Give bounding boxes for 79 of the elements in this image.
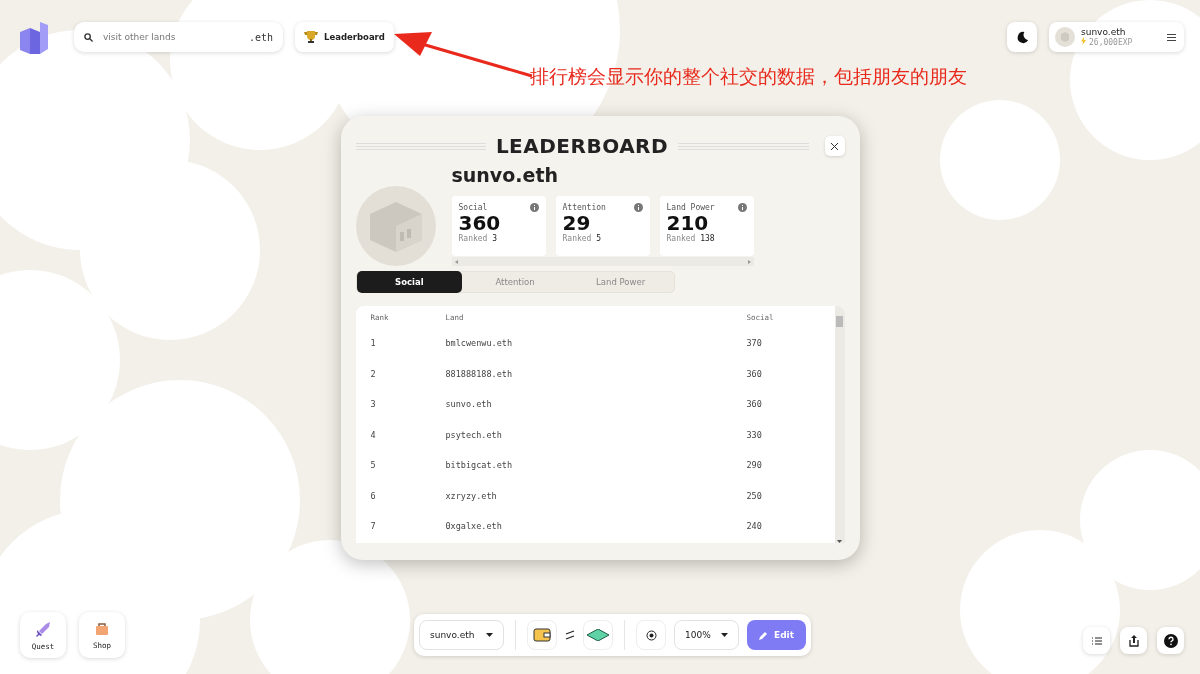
table-cell-text: sunvo.eth xyxy=(445,399,493,410)
table-cell-text: 2 xyxy=(370,368,377,379)
table-cell-text: 290 xyxy=(746,460,763,471)
sword-icon xyxy=(34,619,52,638)
dialog-title: LEADERBOARD xyxy=(495,134,669,158)
target-icon xyxy=(645,629,657,641)
land-select[interactable]: sunvo.eth xyxy=(419,620,504,650)
account-button[interactable]: sunvo.eth 26,000EXP xyxy=(1049,22,1184,52)
stat-rank: Ranked 138 xyxy=(666,234,716,243)
domain-suffix: .eth xyxy=(248,31,273,43)
horizontal-scrollbar[interactable] xyxy=(451,257,754,266)
menu-icon xyxy=(1167,33,1176,41)
table-cell-text: 250 xyxy=(746,490,763,501)
avatar-icon xyxy=(1055,27,1075,47)
exp-points: 26,000EXP xyxy=(1081,37,1161,47)
stat-label: Attention xyxy=(562,203,606,212)
search-bar[interactable]: visit other lands .eth xyxy=(74,22,283,52)
center-button[interactable] xyxy=(636,620,666,650)
caret-icon xyxy=(486,633,493,637)
land-button[interactable] xyxy=(583,620,613,650)
table-cell-text: 240 xyxy=(746,521,763,532)
table-cell-text: 4 xyxy=(370,429,377,440)
stat-value: 360 xyxy=(458,212,502,234)
table-cell-text: 330 xyxy=(746,429,763,440)
table-cell-text: 0xgalxe.eth xyxy=(445,521,503,532)
stat-rank: Ranked 5 xyxy=(562,234,603,243)
table-cell-text: 7 xyxy=(370,521,377,532)
table-cell-text: 5 xyxy=(370,460,377,471)
table-cell-text: bitbigcat.eth xyxy=(445,460,514,471)
info-icon[interactable] xyxy=(529,203,539,212)
scroll-right-icon[interactable] xyxy=(747,259,751,264)
close-button[interactable] xyxy=(824,136,845,156)
table-cell-text: 360 xyxy=(746,399,763,410)
share-icon xyxy=(1128,634,1139,647)
user-name: sunvo.eth xyxy=(451,164,559,186)
swap-icon xyxy=(565,630,575,640)
help-icon xyxy=(1163,633,1178,648)
list-button[interactable] xyxy=(1083,627,1110,654)
table-cell-text: 1 xyxy=(370,338,377,349)
caret-icon xyxy=(721,633,728,637)
search-icon xyxy=(84,32,93,42)
info-icon[interactable] xyxy=(737,203,747,212)
lightning-icon xyxy=(1081,37,1086,45)
bag-icon xyxy=(94,620,110,637)
table-cell-text: 370 xyxy=(746,338,763,349)
pencil-icon xyxy=(759,630,768,640)
share-button[interactable] xyxy=(1120,627,1147,654)
scroll-left-icon[interactable] xyxy=(454,259,458,264)
trophy-icon xyxy=(304,31,318,43)
table-cell-text: xzryzy.eth xyxy=(445,490,498,501)
scroll-down-icon[interactable] xyxy=(837,540,842,543)
wallet-icon xyxy=(533,628,551,642)
stat-label: Social xyxy=(458,203,488,212)
info-icon[interactable] xyxy=(633,203,643,212)
dark-mode-button[interactable] xyxy=(1007,22,1037,52)
stat-value: 210 xyxy=(666,212,709,234)
help-button[interactable] xyxy=(1157,627,1184,654)
stat-label: Land Power xyxy=(666,203,715,212)
vertical-scrollbar[interactable] xyxy=(834,306,845,543)
tab[interactable]: Social xyxy=(356,271,463,293)
land-tile-icon xyxy=(587,629,609,641)
table-cell-text: psytech.eth xyxy=(445,429,503,440)
account-name: sunvo.eth xyxy=(1081,27,1127,37)
table-cell-text: bmlcwenwu.eth xyxy=(445,338,514,349)
stat-rank: Ranked 3 xyxy=(458,234,499,243)
scrollbar-thumb[interactable] xyxy=(836,316,843,327)
close-icon xyxy=(831,142,838,150)
table-cell-text: 3 xyxy=(370,399,377,410)
annotation-text: 排行榜会显示你的整个社交的数据，包括朋友的朋友 xyxy=(530,64,967,89)
zoom-select[interactable]: 100% xyxy=(674,620,739,650)
moon-icon xyxy=(1015,30,1029,44)
avatar-icon xyxy=(355,186,436,266)
stat-value: 29 xyxy=(562,212,592,234)
table-cell-text: 881888188.eth xyxy=(445,368,514,379)
wallet-button[interactable] xyxy=(527,620,557,650)
leaderboard-button[interactable]: Leaderboard xyxy=(295,22,394,52)
table-cell-text: 6 xyxy=(370,490,377,501)
table-cell-text: 360 xyxy=(746,368,763,379)
list-icon xyxy=(1091,636,1102,645)
